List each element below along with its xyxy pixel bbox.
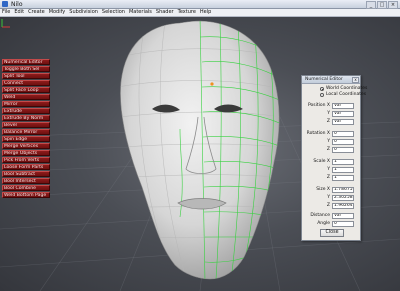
head-model <box>120 20 280 280</box>
maximize-button[interactable]: □ <box>377 1 387 9</box>
rotation-x-row: Rotation X 0 <box>305 131 359 137</box>
cmd-merge-vertices[interactable]: Merge Vertices <box>2 143 50 149</box>
size-x-input[interactable]: 1.78675m <box>332 187 354 193</box>
size-y-label: Y <box>327 195 330 200</box>
cmd-toggle-both-sel[interactable]: Toggle Both Sel <box>2 66 50 72</box>
scale-z-row: Z 1 <box>305 175 359 181</box>
title-bar: Nilo _ □ × <box>0 0 400 9</box>
menu-shader[interactable]: Shader <box>156 9 174 16</box>
size-x-row: Size X 1.78675m <box>305 187 359 193</box>
cmd-loose-form-parts[interactable]: Loose Form Parts <box>2 164 50 170</box>
scale-x-input[interactable]: 1 <box>332 159 354 165</box>
radio-unselected-icon <box>320 92 324 97</box>
menu-edit[interactable]: Edit <box>14 9 24 16</box>
menu-texture[interactable]: Texture <box>178 9 196 16</box>
app-window: Nilo _ □ × File Edit Create Modify Subdi… <box>0 0 400 291</box>
menu-bar: File Edit Create Modify Subdivision Sele… <box>0 9 400 17</box>
radio-selected-icon <box>320 86 324 91</box>
scale-z-input[interactable]: 1 <box>332 175 354 181</box>
cmd-weld[interactable]: Weld <box>2 94 50 100</box>
axis-gizmo-icon <box>1 19 10 28</box>
scale-y-row: Y 1 <box>305 167 359 173</box>
angle-input[interactable]: 0 <box>332 221 354 227</box>
menu-file[interactable]: File <box>2 9 10 16</box>
local-coordinates-option[interactable]: Local Coordinates <box>320 92 366 97</box>
position-x-label: Position X <box>307 103 330 108</box>
cmd-mirror[interactable]: Mirror <box>2 101 50 107</box>
cmd-connect[interactable]: Connect <box>2 80 50 86</box>
size-z-input[interactable]: 1.96264m <box>332 203 354 209</box>
rotation-x-input[interactable]: 0 <box>332 131 354 137</box>
cmd-extrude-by-norm[interactable]: Extrude By Norm <box>2 115 50 121</box>
distance-row: Distance Var <box>305 213 359 219</box>
position-x-row: Position X Var <box>305 103 359 109</box>
world-coordinates-option[interactable]: World Coordinates <box>320 86 367 91</box>
menu-materials[interactable]: Materials <box>129 9 152 16</box>
rotation-y-row: Y 0 <box>305 139 359 145</box>
rotation-z-row: Z 0 <box>305 147 359 153</box>
menu-create[interactable]: Create <box>28 9 45 16</box>
cmd-bool-combine[interactable]: Bool Combine <box>2 185 50 191</box>
window-title: Nilo <box>11 1 23 8</box>
scale-x-label: Scale X <box>313 159 330 164</box>
cmd-numerical-editor[interactable]: Numerical Editor <box>2 59 50 65</box>
angle-row: Angle 0 <box>305 221 359 227</box>
scale-y-label: Y <box>327 167 330 172</box>
position-z-label: Z <box>326 119 330 124</box>
rotation-z-label: Z <box>326 147 330 152</box>
cmd-pick-from-verts[interactable]: Pick From Verts <box>2 157 50 163</box>
menu-help[interactable]: Help <box>200 9 211 16</box>
menu-modify[interactable]: Modify <box>49 9 66 16</box>
position-z-input[interactable]: Var <box>332 119 354 125</box>
app-icon <box>2 1 8 7</box>
scale-y-input[interactable]: 1 <box>332 167 354 173</box>
size-z-label: Z <box>326 203 330 208</box>
cmd-bool-intersect[interactable]: Bool Intersect <box>2 178 50 184</box>
rotation-y-input[interactable]: 0 <box>332 139 354 145</box>
cmd-bool-subtract[interactable]: Bool Subtract <box>2 171 50 177</box>
distance-label: Distance <box>310 213 330 218</box>
cmd-weld-bottom-page[interactable]: Weld Bottom Page <box>2 192 50 198</box>
local-coordinates-label: Local Coordinates <box>326 92 367 97</box>
cmd-split-tool[interactable]: Split Tool <box>2 73 50 79</box>
dialog-title: Numerical Editor <box>305 77 343 82</box>
cmd-bevel[interactable]: Bevel <box>2 122 50 128</box>
dialog-close-icon[interactable]: x <box>352 77 359 83</box>
world-coordinates-label: World Coordinates <box>326 86 368 91</box>
size-x-label: Size X <box>316 187 330 192</box>
size-z-row: Z 1.96264m <box>305 203 359 209</box>
close-button[interactable]: × <box>388 1 398 9</box>
cmd-merge-objects[interactable]: Merge Objects <box>2 150 50 156</box>
minimize-button[interactable]: _ <box>366 1 376 9</box>
numerical-editor-dialog: Numerical Editor x World Coordinates Loc… <box>301 75 367 241</box>
dialog-close-button[interactable]: Close <box>320 229 344 237</box>
scale-x-row: Scale X 1 <box>305 159 359 165</box>
cmd-balance-mirror[interactable]: Balance Mirror <box>2 129 50 135</box>
rotation-z-input[interactable]: 0 <box>332 147 354 153</box>
rotation-y-label: Y <box>327 139 330 144</box>
menu-subdivision[interactable]: Subdivision <box>69 9 98 16</box>
rotation-x-label: Rotation X <box>306 131 330 136</box>
cmd-spin-edge[interactable]: Spin Edge <box>2 136 50 142</box>
command-panel: Numerical Editor Toggle Both Sel Split T… <box>2 59 50 198</box>
cmd-extrude[interactable]: Extrude <box>2 108 50 114</box>
menu-selection[interactable]: Selection <box>102 9 125 16</box>
position-x-input[interactable]: Var <box>332 103 354 109</box>
position-y-input[interactable]: Var <box>332 111 354 117</box>
size-y-input[interactable]: 2.30258m <box>332 195 354 201</box>
distance-input[interactable]: Var <box>332 213 354 219</box>
scale-z-label: Z <box>326 175 330 180</box>
position-y-row: Y Var <box>305 111 359 117</box>
angle-label: Angle <box>317 221 330 226</box>
position-y-label: Y <box>327 111 330 116</box>
dialog-title-bar[interactable]: Numerical Editor x <box>302 76 360 84</box>
position-z-row: Z Var <box>305 119 359 125</box>
size-y-row: Y 2.30258m <box>305 195 359 201</box>
window-controls: _ □ × <box>366 1 398 9</box>
cmd-split-face-loop[interactable]: Split Face Loop <box>2 87 50 93</box>
